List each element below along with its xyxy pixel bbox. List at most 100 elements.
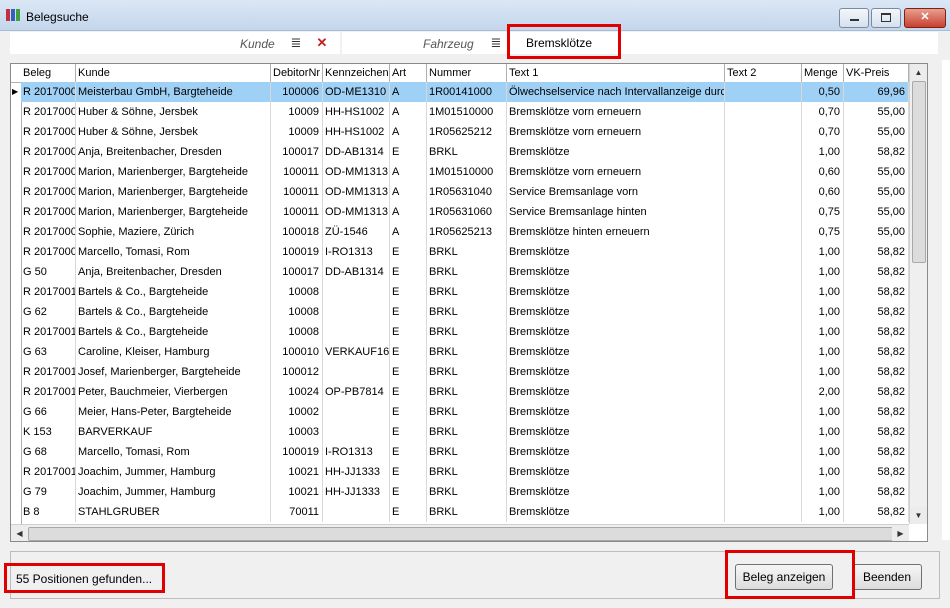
col-kunde-cell: Marion, Marienberger, Bargteheide [76, 182, 271, 202]
col-text2-cell [725, 502, 802, 522]
col-vkpreis-cell: 55,00 [844, 122, 909, 142]
col-kennzeichen-cell [323, 402, 390, 422]
table-row[interactable]: R 2017000 Marion, Marienberger, Bargtehei… [21, 202, 909, 222]
col-text2-cell [725, 262, 802, 282]
table-row[interactable]: G 66 Meier, Hans-Peter, Bargteheide 10002 E… [21, 402, 909, 422]
vertical-scroll-thumb[interactable] [912, 81, 926, 263]
col-vkpreis-header[interactable]: VK-Preis [844, 64, 909, 82]
col-beleg-header[interactable]: Beleg [21, 64, 76, 82]
scroll-right-button[interactable]: ▶ [892, 525, 909, 541]
col-debitornr-cell: 100019 [271, 442, 323, 462]
col-kunde-cell: Anja, Breitenbacher, Dresden [76, 142, 271, 162]
col-beleg-cell: R 2017001 [21, 462, 76, 482]
col-text1-cell: Bremsklötze [507, 382, 725, 402]
col-menge-cell: 1,00 [802, 302, 844, 322]
col-menge-cell: 0,75 [802, 222, 844, 242]
show-document-button[interactable]: Beleg anzeigen [735, 564, 833, 590]
col-text1-cell: Bremsklötze [507, 422, 725, 442]
col-kennzeichen-cell: HH-JJ1333 [323, 482, 390, 502]
table-row[interactable]: R 2017000 Meisterbau GmbH, Bargteheide 100… [21, 82, 909, 102]
col-debitornr-header[interactable]: DebitorNr [271, 64, 323, 82]
col-art-cell: E [390, 142, 427, 162]
table-row[interactable]: B 8 STAHLGRUBER 70011 E BRKL Bremsklötze 1,00 5… [21, 502, 909, 522]
kunde-clear-icon[interactable]: ✕ [314, 35, 330, 51]
col-vkpreis-cell: 55,00 [844, 222, 909, 242]
col-nummer-cell: BRKL [427, 502, 507, 522]
col-menge-cell: 0,75 [802, 202, 844, 222]
table-row[interactable]: R 2017001 Josef, Marienberger, Bargteheid… [21, 362, 909, 382]
col-kennzeichen-cell: HH-HS1002 [323, 102, 390, 122]
col-art-header[interactable]: Art [390, 64, 427, 82]
col-nummer-cell: BRKL [427, 382, 507, 402]
col-art-cell: A [390, 162, 427, 182]
vertical-scrollbar[interactable]: ▲ ▼ [909, 64, 927, 524]
col-nummer-cell: BRKL [427, 302, 507, 322]
arrow-left-icon: ◀ [16, 529, 23, 538]
col-text2-cell [725, 142, 802, 162]
table-row[interactable]: K 153 BARVERKAUF 10003 E BRKL Bremsklötze 1,00… [21, 422, 909, 442]
col-kennzeichen-header[interactable]: Kennzeichen [323, 64, 390, 82]
minimize-button[interactable] [839, 8, 869, 28]
col-nummer-header[interactable]: Nummer [427, 64, 507, 82]
col-beleg-cell: K 153 [21, 422, 76, 442]
scroll-up-button[interactable]: ▲ [910, 64, 927, 81]
col-text2-cell [725, 322, 802, 342]
scroll-down-button[interactable]: ▼ [910, 507, 927, 524]
col-art-cell: A [390, 222, 427, 242]
status-bar: 55 Positionen gefunden... Beleg anzeigen… [10, 551, 940, 599]
col-text1-header[interactable]: Text 1 [507, 64, 725, 82]
table-row[interactable]: G 63 Caroline, Kleiser, Hamburg 100010 VERK… [21, 342, 909, 362]
table-row[interactable]: R 2017000 Anja, Breitenbacher, Dresden 100… [21, 142, 909, 162]
col-text1-cell: Bremsklötze [507, 302, 725, 322]
col-beleg-cell: R 2017000 [21, 242, 76, 262]
fahrzeug-list-icon[interactable]: ≣ [488, 35, 504, 51]
table-row[interactable]: R 2017000 Marcello, Tomasi, Rom 100019 I-RO… [21, 242, 909, 262]
table-row[interactable]: G 62 Bartels & Co., Bargteheide 10008 E BRKL… [21, 302, 909, 322]
table-row[interactable]: R 2017001 Bartels & Co., Bargteheide 10008… [21, 322, 909, 342]
table-row[interactable]: R 2017000 Marion, Marienberger, Bargtehei… [21, 182, 909, 202]
col-menge-cell: 1,00 [802, 242, 844, 262]
col-nummer-cell: BRKL [427, 322, 507, 342]
col-text1-cell: Bremsklötze [507, 142, 725, 162]
table-row[interactable]: R 2017000 Sophie, Maziere, Zürich 100018 ZÜ… [21, 222, 909, 242]
table-row[interactable]: R 2017001 Peter, Bauchmeier, Vierbergen 10… [21, 382, 909, 402]
horizontal-scroll-thumb[interactable] [28, 527, 894, 541]
maximize-button[interactable] [871, 8, 901, 28]
col-menge-cell: 1,00 [802, 462, 844, 482]
col-menge-cell: 2,00 [802, 382, 844, 402]
col-vkpreis-cell: 58,82 [844, 382, 909, 402]
col-beleg-cell: R 2017001 [21, 322, 76, 342]
col-beleg-cell: R 2017001 [21, 382, 76, 402]
col-nummer-cell: 1M01510000 [427, 102, 507, 122]
scroll-left-button[interactable]: ◀ [11, 525, 28, 541]
title-bar: Belegsuche ✕ [0, 0, 950, 31]
table-row[interactable]: R 2017000 Marion, Marienberger, Bargtehei… [21, 162, 909, 182]
col-kennzeichen-cell: HH-HS1002 [323, 122, 390, 142]
col-nummer-cell: BRKL [427, 282, 507, 302]
table-row[interactable]: R 2017000 Huber & Söhne, Jersbek 10009 HH-H… [21, 122, 909, 142]
table-row[interactable]: R 2017000 Huber & Söhne, Jersbek 10009 HH-H… [21, 102, 909, 122]
kunde-list-icon[interactable]: ≣ [288, 35, 304, 51]
table-row[interactable]: G 50 Anja, Breitenbacher, Dresden 100017 DD… [21, 262, 909, 282]
exit-button[interactable]: Beenden [852, 564, 922, 590]
table-row[interactable]: R 2017001 Joachim, Jummer, Hamburg 10021 HH… [21, 462, 909, 482]
col-menge-cell: 1,00 [802, 442, 844, 462]
col-text2-header[interactable]: Text 2 [725, 64, 802, 82]
table-row[interactable]: G 79 Joachim, Jummer, Hamburg 10021 HH-JJ13… [21, 482, 909, 502]
col-debitornr-cell: 100017 [271, 142, 323, 162]
col-kennzeichen-cell: DD-AB1314 [323, 262, 390, 282]
col-kennzeichen-cell: OP-PB7814 [323, 382, 390, 402]
col-text1-cell: Bremsklötze [507, 442, 725, 462]
col-kunde-cell: Bartels & Co., Bargteheide [76, 282, 271, 302]
col-kunde-header[interactable]: Kunde [76, 64, 271, 82]
table-row[interactable]: R 2017001 Bartels & Co., Bargteheide 10008… [21, 282, 909, 302]
horizontal-scrollbar[interactable]: ◀ ▶ [11, 524, 909, 541]
col-kennzeichen-cell [323, 282, 390, 302]
results-grid[interactable]: Beleg Kunde DebitorNr Kennzeichen Art Nummer T… [10, 63, 928, 542]
col-beleg-cell: G 63 [21, 342, 76, 362]
search-input[interactable] [522, 33, 636, 53]
col-debitornr-cell: 10002 [271, 402, 323, 422]
col-menge-header[interactable]: Menge [802, 64, 844, 82]
close-window-button[interactable]: ✕ [904, 8, 946, 28]
table-row[interactable]: G 68 Marcello, Tomasi, Rom 100019 I-RO1313 E… [21, 442, 909, 462]
